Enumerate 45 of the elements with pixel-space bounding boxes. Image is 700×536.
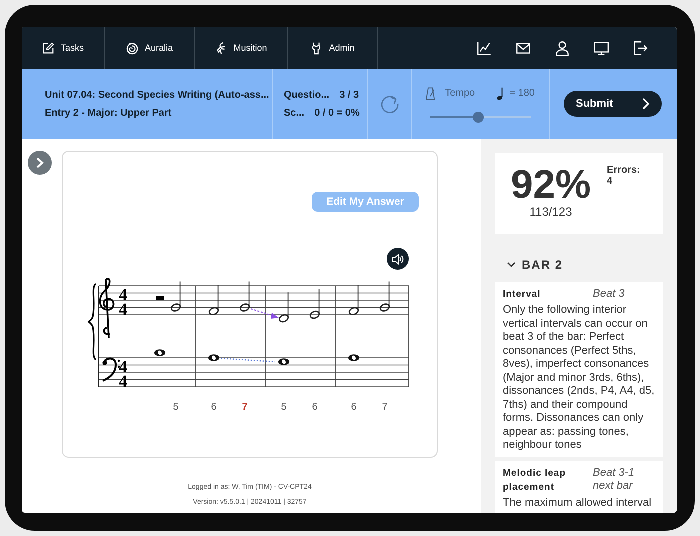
tempo-label: Tempo [445,88,476,99]
feedback-text: The maximum allowed interval [503,496,653,510]
metronome-icon [426,86,436,102]
user-icon[interactable] [554,40,571,56]
errors-count: 4 [607,176,614,187]
submit-button[interactable]: Submit [564,91,662,117]
tempo-value: = 180 [510,88,535,99]
edit-icon [42,42,55,54]
chevron-right-icon [642,98,650,110]
figured-bass-number: 5 [173,402,179,413]
score-label: Sc... [284,108,305,118]
feedback-beat: Beat 3 [593,288,626,302]
tempo-slider[interactable] [430,112,531,122]
score-points: 113/123 [530,205,572,219]
figured-bass-number: 7 [382,402,388,413]
figured-bass-number: 6 [211,402,217,413]
feedback-text: Only the following interior vertical intervals can occur on beat 3 of the bar: Perfect consonances (Perfect 5ths, 8ves), imperfect consonances (Major and minor 3rds, 6ths), dissonances (2nds, P4, A4, d5, 7ths) and their compound forms. Dissonances can only appear as: passing tones, neighbour tones [503,304,655,452]
spiral-icon [126,42,139,54]
score-value: 0 / 0 = 0% [314,108,360,118]
speaker-icon [392,254,404,264]
figured-bass-number: 6 [312,402,318,413]
figured-bass-number: 5 [281,402,287,413]
unit-title: Unit 07.04: Second Species Writing (Auto-ass... [45,90,270,100]
question-label: Questio... [284,90,330,100]
score-percent: 92% [510,165,592,205]
entry-subtitle: Entry 2 - Major: Upper Part [45,108,173,118]
quarter-note-icon [497,86,504,102]
figured-bass-number: 7 [242,402,248,413]
treble-clef-icon [99,278,115,339]
slider-thumb[interactable] [472,112,484,122]
monitor-icon[interactable] [593,40,610,56]
feedback-title: Melodic leap placement [503,466,568,494]
figured-bass-number: 6 [351,402,357,413]
logout-icon[interactable] [632,40,649,56]
chevron-right-icon [35,157,45,169]
feedback-beat: Beat 3-1 next bar [593,466,636,494]
chart-icon[interactable] [476,40,493,56]
bass-clef-icon [102,358,120,382]
chevron-icon [507,262,516,268]
errors-label: Errors: [607,165,640,176]
play-audio-button[interactable] [387,248,409,270]
expand-button[interactable] [28,151,52,175]
question-count: 3 / 3 [340,90,360,100]
bar-section-toggle[interactable]: BAR 2 [507,258,564,272]
feedback-title: Interval [503,288,541,302]
